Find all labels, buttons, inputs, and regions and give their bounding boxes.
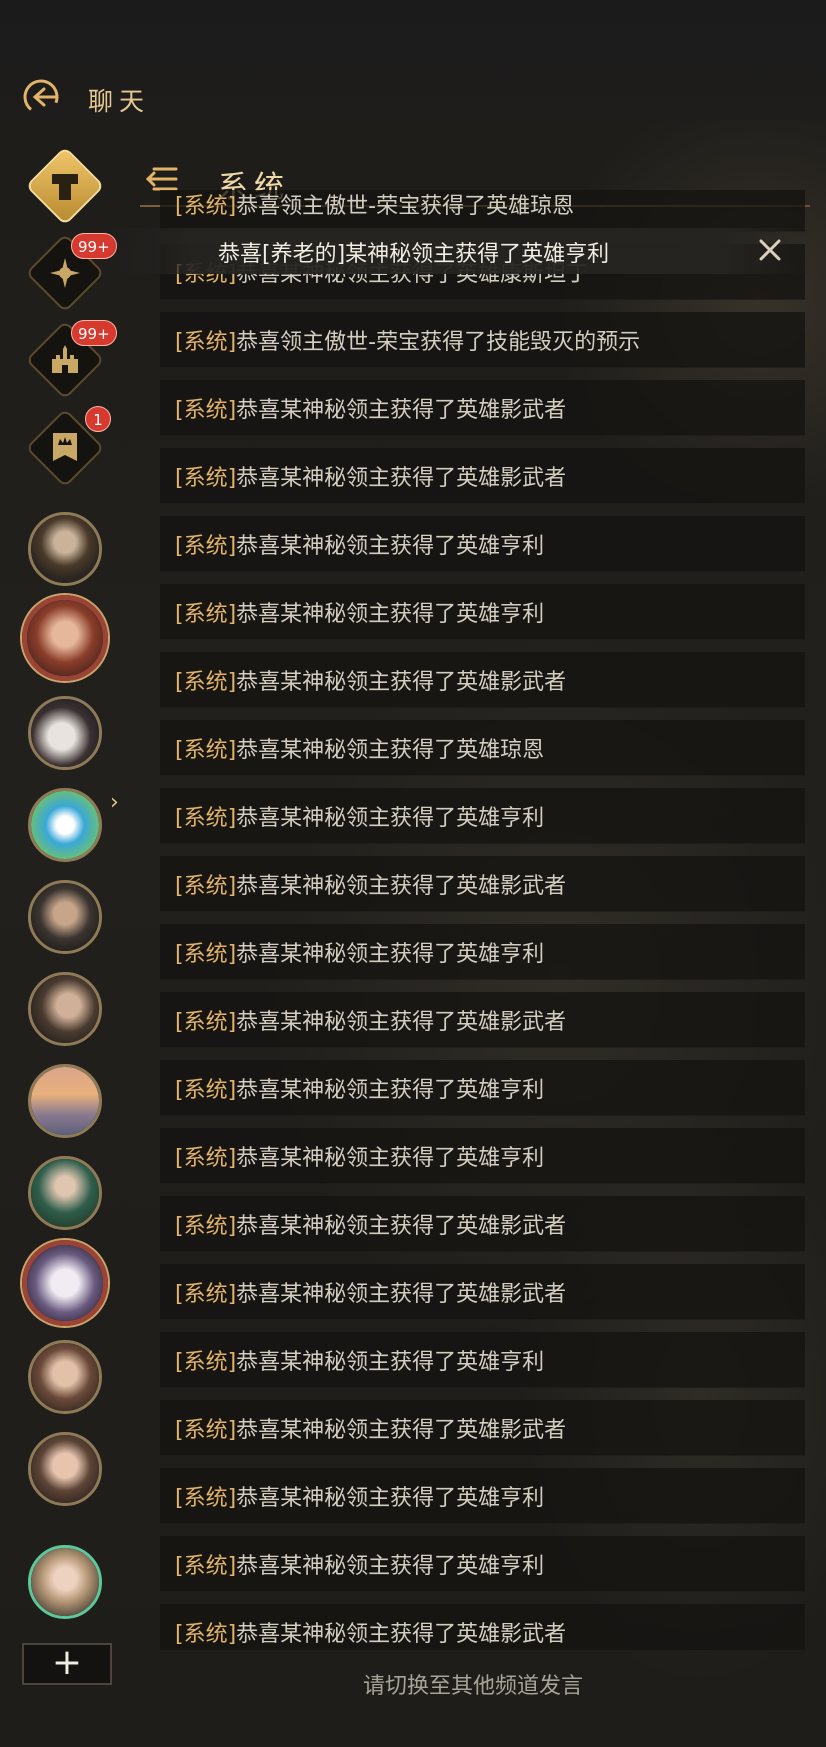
channel-alliance[interactable]: 99+ xyxy=(25,320,117,402)
message-text: 恭喜某神秘领主获得了英雄琼恩 xyxy=(236,738,545,763)
message-row[interactable]: [系统]恭喜某神秘领主获得了英雄影武者 xyxy=(160,380,805,436)
avatar[interactable] xyxy=(22,1240,108,1326)
avatar[interactable] xyxy=(28,788,102,862)
message-text: 恭喜某神秘领主获得了英雄影武者 xyxy=(236,1622,567,1647)
avatar[interactable] xyxy=(28,512,102,586)
message-channel-tag: [系统] xyxy=(175,534,237,559)
message-row[interactable]: [系统]恭喜某神秘领主获得了英雄亨利 xyxy=(160,924,805,980)
message-row[interactable]: [系统]恭喜某神秘领主获得了英雄影武者 xyxy=(160,1400,805,1456)
back-arrow-icon xyxy=(23,79,59,115)
message-row[interactable]: [系统]恭喜某神秘领主获得了英雄亨利 xyxy=(160,1060,805,1116)
message-text: 恭喜某神秘领主获得了英雄影武者 xyxy=(236,1214,567,1239)
avatar[interactable] xyxy=(28,880,102,954)
channel-system[interactable] xyxy=(25,146,107,228)
message-text: 恭喜某神秘领主获得了英雄亨利 xyxy=(236,1078,545,1103)
message-channel-tag: [系统] xyxy=(175,1078,237,1103)
message-row[interactable]: [系统]恭喜某神秘领主获得了英雄影武者 xyxy=(160,992,805,1048)
message-text: 恭喜某神秘领主获得了英雄亨利 xyxy=(236,534,545,559)
message-channel-tag: [系统] xyxy=(175,942,237,967)
message-channel-tag: [系统] xyxy=(175,602,237,627)
unread-badge: 1 xyxy=(85,406,111,432)
chevron-right-icon: › xyxy=(110,790,119,815)
message-text: 恭喜某神秘领主获得了英雄影武者 xyxy=(236,670,567,695)
message-text: 恭喜某神秘领主获得了英雄亨利 xyxy=(236,942,545,967)
message-row[interactable]: [系统]恭喜某神秘领主获得了英雄影武者 xyxy=(160,1264,805,1320)
message-row[interactable]: [系统]恭喜领主傲世-荣宝获得了技能毁灭的预示 xyxy=(160,312,805,368)
message-text: 恭喜某神秘领主获得了英雄亨利 xyxy=(236,806,545,831)
message-text: 恭喜领主傲世-荣宝获得了技能毁灭的预示 xyxy=(236,330,641,355)
avatar[interactable] xyxy=(28,1156,102,1230)
message-channel-tag: [系统] xyxy=(175,194,237,219)
message-channel-tag: [系统] xyxy=(175,806,237,831)
message-channel-tag: [系统] xyxy=(175,670,237,695)
message-channel-tag: [系统] xyxy=(175,874,237,899)
message-row[interactable]: [系统]恭喜某神秘领主获得了英雄影武者 xyxy=(160,448,805,504)
channel-kingdom[interactable]: 1 xyxy=(25,406,111,490)
message-channel-tag: [系统] xyxy=(175,1282,237,1307)
message-text: 恭喜某神秘领主获得了英雄亨利 xyxy=(236,1486,545,1511)
message-row[interactable]: [系统]恭喜领主傲世-荣宝获得了英雄琼恩 xyxy=(160,190,805,232)
message-row[interactable]: [系统]恭喜某神秘领主获得了英雄影武者 xyxy=(160,1604,805,1650)
message-channel-tag: [系统] xyxy=(175,1010,237,1035)
message-row[interactable]: [系统]恭喜某神秘领主获得了英雄亨利 xyxy=(160,584,805,640)
avatar[interactable] xyxy=(22,595,108,681)
page-title: 聊天 xyxy=(88,87,151,116)
message-row[interactable]: [系统]恭喜某神秘领主获得了英雄影武者 xyxy=(160,1196,805,1252)
message-text: 恭喜某神秘领主获得了英雄影武者 xyxy=(236,874,567,899)
close-icon xyxy=(759,239,781,261)
message-channel-tag: [系统] xyxy=(175,1350,237,1375)
message-channel-tag: [系统] xyxy=(175,398,237,423)
channel-world[interactable]: 99+ xyxy=(25,233,117,315)
input-disabled-hint: 请切换至其他频道发言 xyxy=(362,1674,583,1699)
message-channel-tag: [系统] xyxy=(175,1554,237,1579)
message-row[interactable]: [系统]恭喜某神秘领主获得了英雄影武者 xyxy=(160,856,805,912)
avatar[interactable] xyxy=(28,1340,102,1414)
message-text: 恭喜某神秘领主获得了英雄影武者 xyxy=(236,1418,567,1443)
message-text: 恭喜某神秘领主获得了英雄影武者 xyxy=(236,1010,567,1035)
avatar[interactable] xyxy=(28,696,102,770)
message-channel-tag: [系统] xyxy=(175,738,237,763)
avatar[interactable] xyxy=(28,1432,102,1506)
helmet-icon xyxy=(27,148,103,224)
message-row[interactable]: [系统]恭喜某神秘领主获得了英雄亨利 xyxy=(160,1468,805,1524)
message-row[interactable]: [系统]恭喜某神秘领主获得了英雄影武者 xyxy=(160,652,805,708)
avatar[interactable] xyxy=(28,1545,102,1619)
message-channel-tag: [系统] xyxy=(175,330,237,355)
message-row[interactable]: [系统]恭喜某神秘领主获得了英雄亨利 xyxy=(160,516,805,572)
message-row[interactable]: [系统]恭喜某神秘领主获得了英雄琼恩 xyxy=(160,720,805,776)
message-channel-tag: [系统] xyxy=(175,1146,237,1171)
message-row[interactable]: [系统]恭喜某神秘领主获得了英雄亨利 xyxy=(160,1332,805,1388)
announcement-toast: 恭喜[养老的]某神秘领主获得了英雄亨利 xyxy=(110,228,810,274)
avatar[interactable] xyxy=(28,1064,102,1138)
message-text: 恭喜某神秘领主获得了英雄亨利 xyxy=(236,1146,545,1171)
unread-badge: 99+ xyxy=(71,320,117,346)
close-button[interactable] xyxy=(750,230,790,270)
message-row[interactable]: [系统]恭喜某神秘领主获得了英雄亨利 xyxy=(160,1536,805,1592)
avatar[interactable] xyxy=(28,972,102,1046)
message-list[interactable]: [系统]恭喜领主傲世-荣宝获得了英雄琼恩 [系统]恭喜某神秘领主获得了英雄康斯坦丁… xyxy=(160,190,805,1650)
message-text: 恭喜某神秘领主获得了英雄影武者 xyxy=(236,398,567,423)
message-text: 恭喜某神秘领主获得了英雄影武者 xyxy=(236,466,567,491)
message-channel-tag: [系统] xyxy=(175,1486,237,1511)
message-channel-tag: [系统] xyxy=(175,1622,237,1647)
message-text: 恭喜某神秘领主获得了英雄影武者 xyxy=(236,1282,567,1307)
message-text: 恭喜某神秘领主获得了英雄亨利 xyxy=(236,1350,545,1375)
message-text: 恭喜某神秘领主获得了英雄亨利 xyxy=(236,602,545,627)
message-row[interactable]: [系统]恭喜某神秘领主获得了英雄亨利 xyxy=(160,1128,805,1184)
message-channel-tag: [系统] xyxy=(175,1214,237,1239)
message-text: 恭喜某神秘领主获得了英雄亨利 xyxy=(236,1554,545,1579)
message-channel-tag: [系统] xyxy=(175,466,237,491)
message-channel-tag: [系统] xyxy=(175,1418,237,1443)
toast-text: 恭喜[养老的]某神秘领主获得了英雄亨利 xyxy=(218,242,610,267)
message-row[interactable]: [系统]恭喜某神秘领主获得了英雄亨利 xyxy=(160,788,805,844)
back-button[interactable] xyxy=(22,78,60,116)
message-text: 恭喜领主傲世-荣宝获得了英雄琼恩 xyxy=(236,194,575,219)
